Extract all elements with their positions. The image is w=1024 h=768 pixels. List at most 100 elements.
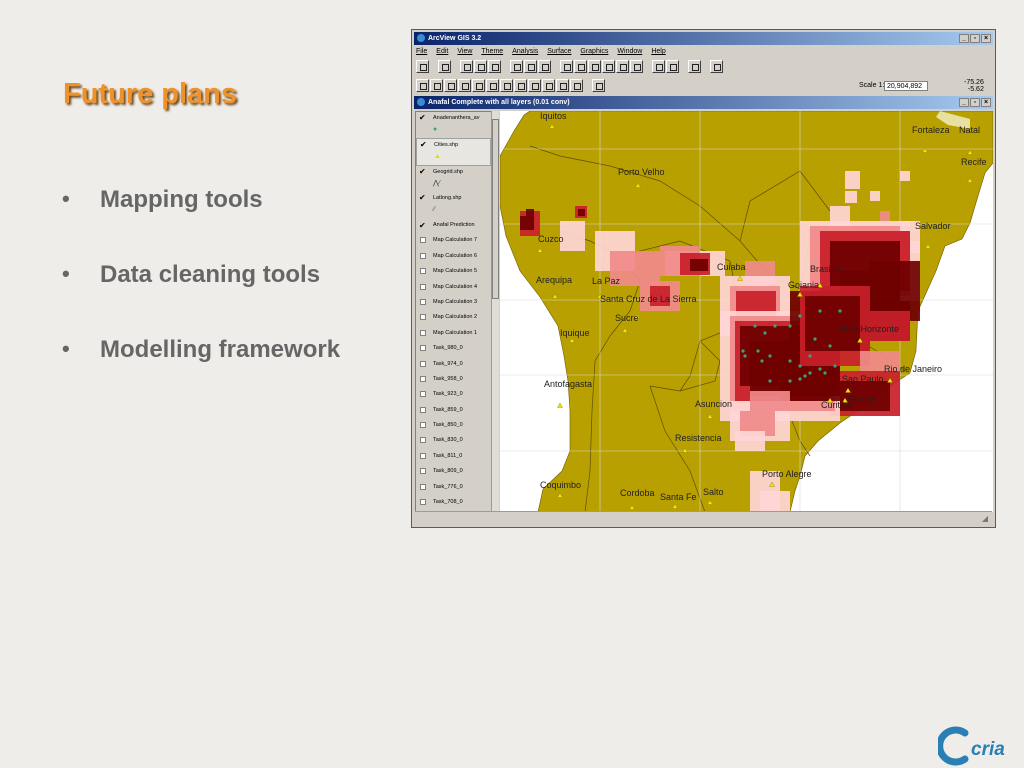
zoom-out-button[interactable] [616, 60, 629, 73]
toc-scrollbar[interactable] [491, 111, 499, 512]
layer-visibility-checkbox[interactable] [420, 391, 426, 398]
maximize-button[interactable]: ▫ [970, 34, 980, 43]
toc-layer[interactable]: Task_809_0 [416, 464, 491, 479]
menu-edit[interactable]: Edit [436, 46, 448, 58]
layer-visibility-checkbox[interactable] [420, 298, 426, 305]
zoom-full-button[interactable] [560, 60, 573, 73]
toc-layer[interactable]: Task_859_0 [416, 403, 491, 418]
menu-analysis[interactable]: Analysis [512, 46, 538, 58]
toc-layer[interactable]: Task_850_0 [416, 418, 491, 433]
help-button[interactable] [710, 60, 723, 73]
open-table-button[interactable] [488, 60, 501, 73]
toc-layer[interactable]: Task_830_0 [416, 433, 491, 448]
menu-graphics[interactable]: Graphics [580, 46, 608, 58]
toc-layer[interactable]: Latlong.shp ∕∕ [416, 192, 491, 218]
toc-layer[interactable]: Map Calculation 2 [416, 310, 491, 325]
layer-visibility-checkbox[interactable] [419, 218, 426, 233]
select-by-theme-button[interactable] [652, 60, 665, 73]
zoom-in-button[interactable] [602, 60, 615, 73]
clear-selection-button[interactable] [666, 60, 679, 73]
toc-layer[interactable]: Map Calculation 5 [416, 264, 491, 279]
layer-visibility-checkbox[interactable] [420, 437, 426, 444]
layout-button[interactable] [688, 60, 701, 73]
view-title-bar[interactable]: Anafal Complete with all layers (0.01 co… [414, 96, 993, 109]
minimize-button[interactable]: _ [959, 34, 969, 43]
layer-visibility-checkbox[interactable] [419, 192, 426, 204]
view-minimize-button[interactable]: _ [959, 98, 969, 107]
layer-visibility-checkbox[interactable] [420, 268, 426, 275]
app-title-bar[interactable]: ArcView GIS 3.2 _ ▫ × [414, 32, 993, 45]
menu-help[interactable]: Help [651, 46, 665, 58]
layer-visibility-checkbox[interactable] [420, 283, 426, 290]
zoom-selected-button[interactable] [588, 60, 601, 73]
layer-visibility-checkbox[interactable] [420, 422, 426, 429]
layer-visibility-checkbox[interactable] [420, 483, 426, 490]
layer-visibility-checkbox[interactable] [419, 112, 426, 124]
layer-visibility-checkbox[interactable] [420, 139, 427, 151]
toc-layer[interactable]: Cities.shp ▲ [416, 138, 491, 166]
zoom-in-tool[interactable] [472, 79, 485, 92]
zoom-out-tool[interactable] [486, 79, 499, 92]
layer-visibility-checkbox[interactable] [420, 452, 426, 459]
hotlink-tool[interactable] [528, 79, 541, 92]
text-tool[interactable] [556, 79, 569, 92]
layer-visibility-checkbox[interactable] [420, 499, 426, 506]
toc-layer[interactable]: Task_708_0 [416, 495, 491, 510]
scale-input[interactable]: 20,904,892 [884, 81, 928, 91]
save-project-button[interactable] [416, 60, 429, 73]
layer-visibility-checkbox[interactable] [420, 314, 426, 321]
area-of-interest-tool[interactable] [458, 79, 471, 92]
toc-layer[interactable]: Map Calculation 4 [416, 280, 491, 295]
map-view[interactable]: Iquitos Fortaleza Natal Recife Porto Velho Sa… [500, 111, 993, 512]
toc-layer[interactable]: Task_923_0 [416, 387, 491, 402]
toc-layer[interactable]: Map Calculation 6 [416, 249, 491, 264]
layer-visibility-checkbox[interactable] [420, 237, 426, 244]
theme-properties-button[interactable] [460, 60, 473, 73]
locate-button[interactable] [524, 60, 537, 73]
resize-grip-icon[interactable]: ◢ [982, 514, 988, 523]
menu-theme[interactable]: Theme [481, 46, 503, 58]
layer-visibility-checkbox[interactable] [420, 345, 426, 352]
measure-tool[interactable] [514, 79, 527, 92]
add-theme-button[interactable] [438, 60, 451, 73]
menu-view[interactable]: View [457, 46, 472, 58]
label-tool[interactable] [542, 79, 555, 92]
menu-file[interactable]: File [416, 46, 427, 58]
layer-visibility-checkbox[interactable] [420, 252, 426, 259]
map-canvas[interactable]: Iquitos Fortaleza Natal Recife Porto Velho Sa… [500, 111, 993, 512]
snap-tool[interactable] [592, 79, 605, 92]
layer-visibility-checkbox[interactable] [420, 468, 426, 475]
find-button[interactable] [510, 60, 523, 73]
toc-layer[interactable]: Map Calculation 1 [416, 326, 491, 341]
identify-tool[interactable] [416, 79, 429, 92]
vertex-edit-tool[interactable] [444, 79, 457, 92]
layer-visibility-checkbox[interactable] [419, 166, 426, 178]
query-button[interactable] [538, 60, 551, 73]
toc-layer[interactable]: Map Calculation 3 [416, 295, 491, 310]
toc-layer[interactable]: Task_958_0 [416, 372, 491, 387]
zoom-previous-button[interactable] [630, 60, 643, 73]
pointer-tool[interactable] [430, 79, 443, 92]
toc-layer[interactable]: Task_974_0 [416, 357, 491, 372]
menu-surface[interactable]: Surface [547, 46, 571, 58]
zoom-active-button[interactable] [574, 60, 587, 73]
view-close-button[interactable]: × [981, 98, 991, 107]
draw-point-tool[interactable] [570, 79, 583, 92]
toc-layer[interactable]: Anafal Prediction [416, 218, 491, 233]
toc-layer[interactable]: Geogrid.shp ⋀∕ [416, 166, 491, 192]
layer-visibility-checkbox[interactable] [420, 329, 426, 336]
pan-tool[interactable] [500, 79, 513, 92]
menu-window[interactable]: Window [617, 46, 642, 58]
toc-layer[interactable]: Map Calculation 7 [416, 233, 491, 248]
layer-visibility-checkbox[interactable] [420, 406, 426, 413]
toc-scroll-thumb[interactable] [492, 119, 499, 299]
toc-layer[interactable]: Task_980_0 [416, 341, 491, 356]
layer-visibility-checkbox[interactable] [420, 375, 426, 382]
toc-layer[interactable]: Anadenanthera_av ● [416, 112, 491, 138]
view-maximize-button[interactable]: ▫ [970, 98, 980, 107]
edit-legend-button[interactable] [474, 60, 487, 73]
close-button[interactable]: × [981, 34, 991, 43]
layer-visibility-checkbox[interactable] [420, 360, 426, 367]
toc-layer[interactable]: Task_776_0 [416, 480, 491, 495]
toc-layer[interactable]: Task_811_0 [416, 449, 491, 464]
